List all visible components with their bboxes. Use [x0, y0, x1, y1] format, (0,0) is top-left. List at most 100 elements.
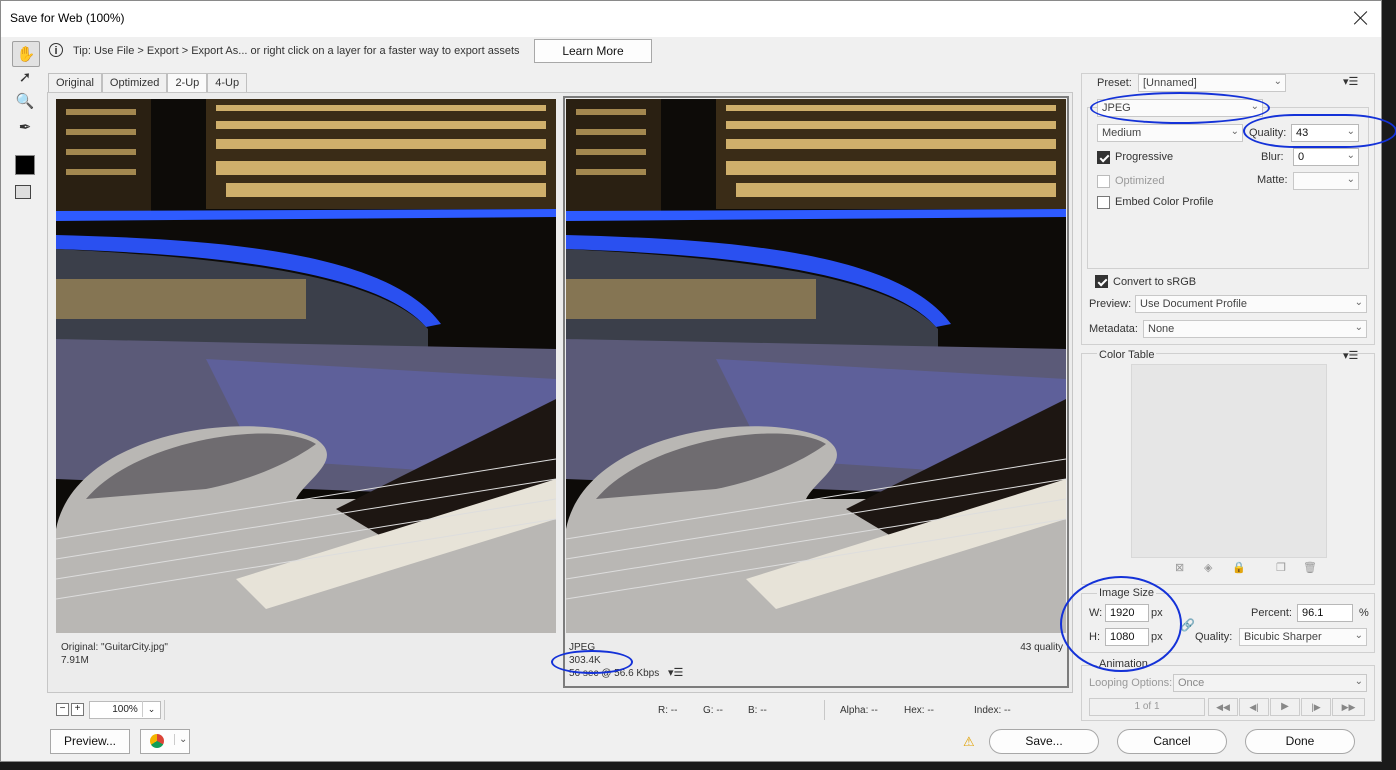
r-readout: R: -- — [658, 705, 678, 716]
zoom-tool-icon[interactable]: 🔍 — [12, 89, 38, 113]
blur-input[interactable]: 0 ⌄ — [1293, 148, 1359, 166]
preset-label: Preset: — [1097, 77, 1132, 89]
eyedropper-color-swatch[interactable] — [15, 155, 35, 175]
file-format-value: JPEG — [1102, 102, 1131, 114]
chevron-down-icon[interactable]: ⌄ — [1347, 126, 1355, 137]
zoom-level-value: 100% — [112, 704, 138, 715]
warning-icon: ⚠ — [963, 734, 975, 749]
quality-level-select[interactable]: Medium ⌄ — [1097, 124, 1243, 142]
preview-profile-select[interactable]: Use Document Profile ⌄ — [1135, 295, 1367, 313]
color-table-title: Color Table — [1097, 349, 1157, 361]
file-format-select[interactable]: JPEG ⌄ — [1097, 99, 1263, 117]
divider — [164, 700, 165, 720]
optimized-pane[interactable]: JPEG 303.4K 56 sec @ 56.6 Kbps ▾☰ 43 qua… — [563, 96, 1069, 688]
quality-label: Quality: — [1249, 127, 1287, 139]
metadata-label: Metadata: — [1089, 323, 1138, 335]
chevron-down-icon[interactable]: ⌄ — [174, 734, 187, 745]
original-image[interactable] — [56, 99, 556, 633]
optimized-info: JPEG 303.4K 56 sec @ 56.6 Kbps ▾☰ 43 qua… — [566, 634, 1066, 684]
web-shift-icon[interactable]: ◈ — [1204, 561, 1212, 574]
zoom-out-button[interactable]: − — [56, 703, 69, 716]
convert-srgb-checkbox[interactable] — [1095, 275, 1108, 288]
resample-quality-select[interactable]: Bicubic Sharper ⌄ — [1239, 628, 1367, 646]
progressive-label: Progressive — [1115, 151, 1174, 163]
color-table-area[interactable] — [1131, 364, 1327, 558]
chevron-down-icon: ⌄ — [1354, 297, 1363, 308]
slice-select-tool-icon[interactable]: ➚ — [12, 65, 38, 89]
height-input[interactable]: 1080 — [1105, 628, 1149, 646]
info-icon: i — [49, 43, 63, 57]
progressive-checkbox[interactable] — [1097, 151, 1110, 164]
chevron-down-icon: ⌄ — [1250, 101, 1259, 112]
map-transparent-icon[interactable]: ⊠ — [1175, 561, 1184, 574]
tab-original[interactable]: Original — [48, 73, 102, 93]
new-color-icon[interactable]: ❐ — [1276, 561, 1286, 574]
convert-srgb-label: Convert to sRGB — [1113, 276, 1197, 288]
quality-level-value: Medium — [1102, 127, 1142, 139]
frame-counter-box: 1 of 1 — [1089, 698, 1205, 716]
divider — [824, 700, 825, 720]
frame-counter: 1 of 1 — [1134, 701, 1160, 712]
eyedropper-tool-icon[interactable]: ✒ — [12, 115, 38, 139]
percent-input[interactable]: 96.1 — [1297, 604, 1353, 622]
preview-profile-value: Use Document Profile — [1140, 298, 1247, 310]
resample-quality-value: Bicubic Sharper — [1244, 631, 1322, 643]
title-bar: Save for Web (100%) — [1, 1, 1381, 37]
percent-unit: % — [1359, 607, 1369, 619]
percent-label: Percent: — [1251, 607, 1292, 619]
tab-2-up[interactable]: 2-Up — [167, 73, 208, 93]
optimized-label: Optimized — [1115, 175, 1165, 187]
tab-optimized[interactable]: Optimized — [101, 73, 168, 93]
chevron-down-icon[interactable]: ⌄ — [1347, 150, 1355, 161]
b-readout: B: -- — [748, 705, 767, 716]
looping-options-select[interactable]: Once ⌄ — [1173, 674, 1367, 692]
play-button[interactable]: ▶ — [1270, 698, 1300, 716]
original-filesize: 7.91M — [61, 655, 89, 666]
quality-input[interactable]: 43 ⌄ — [1291, 124, 1359, 142]
tip-bar: i Tip: Use File > Export > Export As... … — [43, 39, 1073, 65]
previous-frame-button[interactable]: ◀| — [1239, 698, 1269, 716]
settings-menu-icon[interactable]: ▾☰ — [1343, 75, 1358, 88]
original-info: Original: "GuitarCity.jpg" 7.91M — [56, 634, 556, 684]
looping-options-value: Once — [1178, 677, 1205, 689]
matte-select[interactable]: ⌄ — [1293, 172, 1359, 190]
optimized-format: JPEG — [569, 642, 596, 653]
learn-more-button[interactable]: Learn More — [534, 39, 652, 63]
close-icon[interactable] — [1349, 7, 1373, 29]
width-label: W: — [1089, 607, 1103, 619]
hand-tool-icon[interactable]: ✋ — [12, 41, 40, 67]
optimized-checkbox[interactable] — [1097, 175, 1110, 188]
done-button[interactable]: Done — [1245, 729, 1355, 754]
last-frame-button[interactable]: ▶▶ — [1332, 698, 1365, 716]
preset-select[interactable]: [Unnamed] ⌄ — [1138, 74, 1286, 92]
zoom-in-button[interactable]: + — [71, 703, 84, 716]
optimized-quality: 43 quality — [1020, 642, 1063, 653]
first-frame-button[interactable]: ◀◀ — [1208, 698, 1238, 716]
optimized-image[interactable] — [566, 99, 1066, 633]
embed-color-profile-checkbox[interactable] — [1097, 196, 1110, 209]
tab-4-up[interactable]: 4-Up — [207, 73, 248, 93]
preview-button[interactable]: Preview... — [50, 729, 130, 754]
chevron-down-icon[interactable]: ⌄ — [142, 701, 160, 717]
height-value: 1080 — [1110, 631, 1135, 643]
save-button[interactable]: Save... — [989, 729, 1099, 754]
width-input[interactable]: 1920 — [1105, 604, 1149, 622]
toggle-slices-icon[interactable] — [15, 185, 31, 199]
color-table-menu-icon[interactable]: ▾☰ — [1343, 349, 1358, 362]
original-pane[interactable]: Original: "GuitarCity.jpg" 7.91M — [56, 99, 556, 685]
cancel-button[interactable]: Cancel — [1117, 729, 1227, 754]
preset-value: [Unnamed] — [1143, 77, 1197, 89]
matte-label: Matte: — [1257, 174, 1288, 186]
looping-options-label: Looping Options: — [1089, 677, 1173, 689]
metadata-select[interactable]: None ⌄ — [1143, 320, 1367, 338]
hex-readout: Hex: -- — [904, 705, 934, 716]
chevron-down-icon: ⌄ — [1354, 322, 1363, 333]
lock-icon[interactable]: 🔒 — [1232, 561, 1246, 574]
trash-icon[interactable]: 🗑 — [1303, 561, 1317, 574]
browser-select[interactable]: ⌄ — [140, 729, 190, 754]
download-time-menu-icon[interactable]: ▾☰ — [668, 666, 683, 679]
next-frame-button[interactable]: |▶ — [1301, 698, 1331, 716]
index-readout: Index: -- — [974, 705, 1011, 716]
link-proportions-icon[interactable]: 🔗 — [1180, 618, 1195, 632]
save-for-web-dialog: Save for Web (100%) ✋ ➚ 🔍 ✒ i Tip: Use F… — [0, 0, 1382, 762]
